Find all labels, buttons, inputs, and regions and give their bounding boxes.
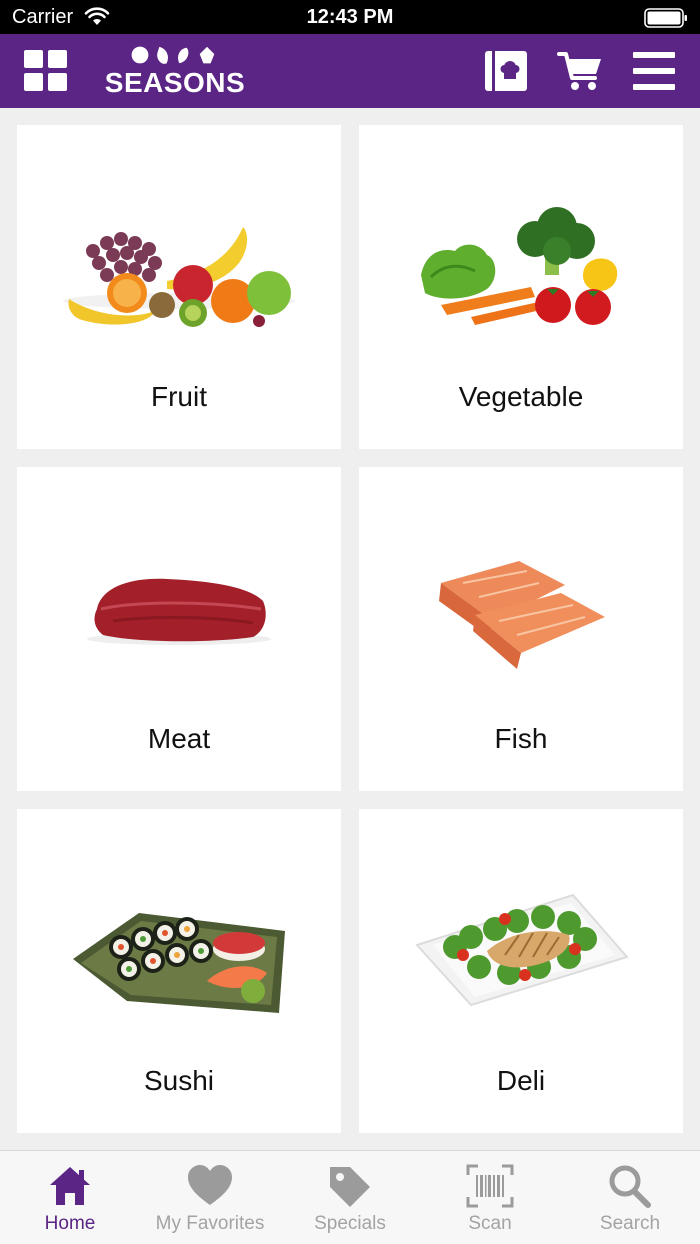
battery-icon: [644, 8, 687, 28]
logo-produce-icon: [130, 45, 216, 65]
fish-image: [439, 561, 605, 669]
tab-label: Home: [44, 1213, 96, 1234]
heart-icon: [188, 1165, 232, 1205]
clock-time: 12:43 PM: [306, 6, 394, 28]
tab-label: Search: [599, 1213, 661, 1234]
home-icon: [50, 1167, 90, 1205]
category-card-fruit[interactable]: Fruit: [17, 125, 341, 449]
hamburger-menu-icon[interactable]: [632, 48, 676, 94]
tab-search[interactable]: Search: [560, 1151, 700, 1244]
fruit-image: [63, 227, 295, 327]
vegetable-image: [421, 207, 618, 325]
recipe-book-icon[interactable]: [484, 48, 528, 94]
tab-label: Specials: [314, 1213, 386, 1234]
tab-label: Scan: [468, 1213, 512, 1234]
grid-icon[interactable]: [24, 50, 68, 92]
category-card-deli[interactable]: Deli: [359, 809, 683, 1133]
category-card-fish[interactable]: Fish: [359, 467, 683, 791]
tab-specials[interactable]: Specials: [280, 1151, 420, 1244]
search-icon: [609, 1165, 651, 1208]
category-card-vegetable[interactable]: Vegetable: [359, 125, 683, 449]
tab-scan[interactable]: Scan: [420, 1151, 560, 1244]
tab-label: My Favorites: [155, 1213, 265, 1234]
tab-home[interactable]: Home: [0, 1151, 140, 1244]
bottom-tab-bar: Home My Favorites Specials Scan Search: [0, 1150, 700, 1244]
category-label: Meat: [147, 723, 211, 754]
meat-image: [87, 578, 271, 645]
category-label: Fruit: [151, 381, 207, 412]
category-label: Vegetable: [458, 381, 584, 412]
tab-my-favorites[interactable]: My Favorites: [140, 1151, 280, 1244]
shopping-cart-icon[interactable]: [557, 48, 603, 94]
app-header: SEASONS: [0, 34, 700, 108]
app-root: Carrier 12:43 PM SEASONS Fruit Vegetable…: [0, 0, 700, 1244]
barcode-scan-icon: [466, 1164, 514, 1208]
category-label: Sushi: [143, 1065, 215, 1096]
status-bar: Carrier 12:43 PM: [0, 0, 700, 34]
category-card-sushi[interactable]: Sushi: [17, 809, 341, 1133]
category-label: Deli: [496, 1065, 546, 1096]
category-label: Fish: [494, 723, 548, 754]
seasons-logo[interactable]: SEASONS: [100, 42, 250, 102]
deli-salad-image: [415, 893, 629, 1007]
sushi-image: [73, 913, 285, 1013]
tag-icon: [330, 1167, 370, 1207]
brand-name: SEASONS: [104, 67, 246, 98]
category-card-meat[interactable]: Meat: [17, 467, 341, 791]
